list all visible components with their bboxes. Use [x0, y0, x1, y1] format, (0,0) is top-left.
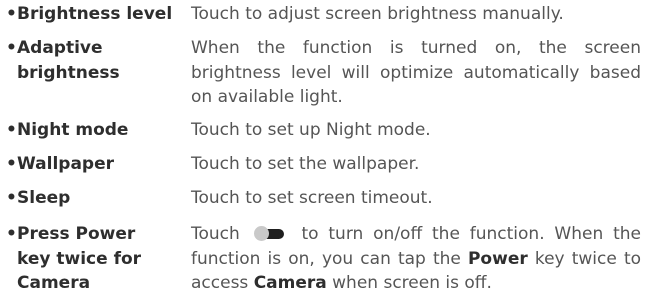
term-wallpaper: • Wallpaper — [6, 152, 176, 177]
toggle-switch-icon — [253, 226, 286, 241]
description-wallpaper: Touch to set the wallpaper. — [191, 154, 420, 174]
toggle-knob — [253, 226, 269, 241]
term-label: Sleep — [17, 188, 71, 208]
term-label: Night mode — [17, 120, 129, 140]
bullet: • — [6, 4, 17, 24]
term-label: Wallpaper — [17, 154, 114, 174]
term-label: Brightness level — [17, 4, 173, 24]
description-night-mode: Touch to set up Night mode. — [191, 120, 431, 140]
term-label: Press Power key twice for Camera — [17, 224, 142, 293]
description-brightness-level: Touch to adjust screen brightness manual… — [191, 4, 564, 24]
term-press-power-key-twice: • Press Power key twice for Camera — [6, 222, 156, 296]
term-adaptive-brightness: • Adaptive brightness — [6, 36, 120, 85]
description-sleep: Touch to set screen timeout. — [191, 188, 433, 208]
bullet: • — [6, 120, 17, 140]
camera-label: Camera — [253, 273, 327, 293]
description-adaptive-brightness: When the function is turned on, the scre… — [191, 38, 641, 107]
bullet: • — [6, 188, 17, 208]
term-label: Adaptive brightness — [17, 38, 120, 83]
term-brightness-level: • Brightness level — [6, 2, 176, 27]
term-night-mode: • Night mode — [6, 118, 176, 143]
power-key-label: Power — [467, 248, 528, 269]
description-lead: Touch — [191, 224, 240, 244]
bullet: • — [6, 38, 17, 58]
description-tail: when screen is off. — [332, 273, 492, 293]
description-press-power-key-twice: Touch to turn on/off the function. When … — [191, 222, 641, 296]
bullet: • — [6, 154, 17, 174]
bullet: • — [6, 224, 17, 244]
term-sleep: • Sleep — [6, 186, 176, 211]
